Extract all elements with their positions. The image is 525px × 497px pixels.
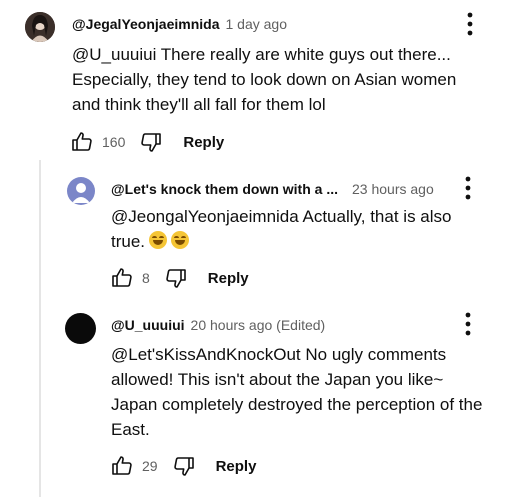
more-actions-icon[interactable] bbox=[458, 10, 482, 38]
comment-3: @U_uuuiui 20 hours ago (Edited) @Let'sKis… bbox=[0, 300, 525, 497]
comment-text: @Let'sKissAndKnockOut No ugly comments a… bbox=[111, 345, 483, 439]
reply-button[interactable]: Reply bbox=[216, 458, 257, 475]
comment-timestamp[interactable]: 23 hours ago bbox=[352, 181, 434, 197]
comment-author[interactable]: @U_uuuiui bbox=[111, 317, 185, 333]
avatar[interactable] bbox=[25, 12, 55, 42]
laughing-emoji-icon bbox=[171, 231, 190, 249]
comment-author[interactable]: @JegalYeonjaeimnida bbox=[72, 16, 220, 32]
more-actions-icon[interactable] bbox=[456, 174, 480, 202]
thumbs-up-icon[interactable] bbox=[110, 454, 134, 478]
comment-2: @Let's knock them down with a ... 23 hour… bbox=[0, 160, 525, 300]
thumbs-up-icon[interactable] bbox=[70, 130, 94, 154]
comment-actions: 8 Reply bbox=[110, 266, 249, 290]
comment-timestamp[interactable]: 20 hours ago (Edited) bbox=[191, 317, 326, 333]
comment-author[interactable]: @Let's knock them down with a ... bbox=[111, 181, 338, 197]
comment-header: @JegalYeonjaeimnida 1 day ago bbox=[72, 15, 287, 33]
thumbs-down-icon[interactable] bbox=[139, 130, 163, 154]
comment-timestamp[interactable]: 1 day ago bbox=[226, 16, 288, 32]
like-count: 8 bbox=[142, 270, 150, 286]
comment-text: @JeongalYeonjaeimnida Actually, that is … bbox=[111, 204, 481, 254]
like-count: 29 bbox=[142, 458, 158, 474]
like-count: 160 bbox=[102, 134, 126, 150]
more-actions-icon[interactable] bbox=[456, 310, 480, 338]
thumbs-down-icon[interactable] bbox=[172, 454, 196, 478]
comment-header: @U_uuuiui 20 hours ago (Edited) bbox=[111, 316, 325, 334]
comment-header: @Let's knock them down with a ... 23 hour… bbox=[111, 180, 434, 198]
comment-actions: 160 Reply bbox=[70, 130, 224, 154]
comment-text: @U_uuuiui There really are white guys ou… bbox=[72, 45, 457, 114]
thumbs-down-icon[interactable] bbox=[164, 266, 188, 290]
comment-actions: 29 Reply bbox=[110, 454, 256, 478]
laughing-emoji-icon bbox=[149, 231, 168, 249]
comment-1: @JegalYeonjaeimnida 1 day ago @U_uuuiui T… bbox=[0, 0, 525, 160]
reply-button[interactable]: Reply bbox=[208, 270, 249, 287]
avatar[interactable] bbox=[65, 313, 96, 344]
reply-button[interactable]: Reply bbox=[183, 134, 224, 151]
thumbs-up-icon[interactable] bbox=[110, 266, 134, 290]
avatar[interactable] bbox=[67, 177, 95, 205]
